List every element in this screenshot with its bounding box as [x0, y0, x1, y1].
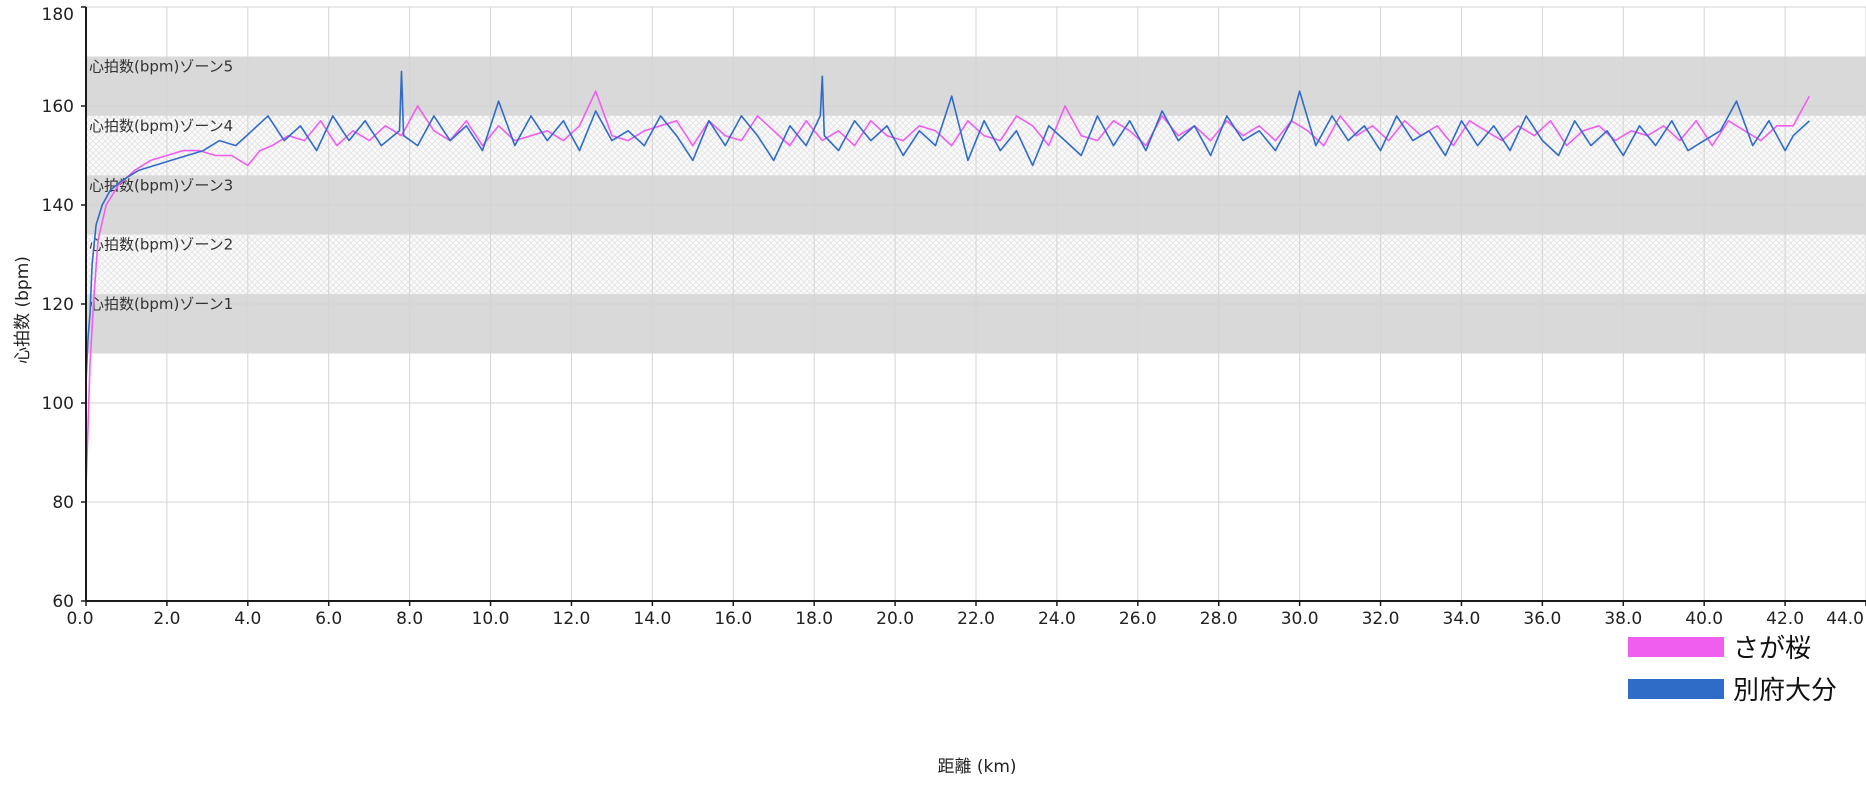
legend-swatch [1628, 679, 1724, 699]
x-tick-label: 38.0 [1604, 609, 1642, 629]
x-tick-label: 30.0 [1281, 609, 1319, 629]
zone-label: 心拍数(bpm)ゾーン4 [89, 117, 233, 135]
x-tick-label: 42.0 [1766, 609, 1804, 629]
x-tick-label: 44.0 [1826, 609, 1864, 629]
x-tick-label: 28.0 [1200, 609, 1238, 629]
x-tick-label: 20.0 [876, 609, 914, 629]
x-tick-label: 18.0 [795, 609, 833, 629]
x-tick-label: 40.0 [1685, 609, 1723, 629]
legend-label: 別府大分 [1733, 676, 1837, 706]
chart-canvas: 心拍数(bpm)ゾーン5 心拍数(bpm)ゾーン4 心拍数(bpm)ゾーン3 心拍数(… [0, 0, 1866, 789]
y-tick-label: 80 [52, 493, 74, 513]
x-axis-title: 距離 (km) [937, 757, 1016, 777]
x-tick-label: 34.0 [1443, 609, 1481, 629]
y-tick-label: 180 [42, 5, 74, 25]
x-tick-label: 36.0 [1523, 609, 1561, 629]
x-tick-label: 10.0 [472, 609, 510, 629]
y-tick-label: 120 [42, 295, 74, 315]
x-tick-label: 2.0 [153, 609, 180, 629]
x-tick-label: 4.0 [234, 609, 261, 629]
zone-label: 心拍数(bpm)ゾーン1 [89, 295, 233, 313]
zone-label: 心拍数(bpm)ゾーン5 [89, 58, 233, 76]
x-tick-label: 16.0 [714, 609, 752, 629]
legend-label: さが桜 [1733, 634, 1811, 664]
y-tick-label: 160 [42, 97, 74, 117]
x-tick-label: 22.0 [957, 609, 995, 629]
x-tick-label: 26.0 [1119, 609, 1157, 629]
y-tick-label: 100 [42, 394, 74, 414]
x-tick-label: 24.0 [1038, 609, 1076, 629]
x-tick-label: 32.0 [1362, 609, 1400, 629]
zone-label: 心拍数(bpm)ゾーン3 [89, 176, 233, 194]
x-tick-label: 14.0 [633, 609, 671, 629]
x-tick-label: 8.0 [396, 609, 423, 629]
y-axis-title: 心拍数 (bpm) [13, 256, 33, 364]
y-tick-label: 140 [42, 196, 74, 216]
x-tick-label: 0.0 [66, 609, 93, 629]
legend-swatch [1628, 637, 1724, 657]
zone-label: 心拍数(bpm)ゾーン2 [89, 236, 233, 254]
x-tick-label: 6.0 [315, 609, 342, 629]
heart-rate-chart: 心拍数(bpm)ゾーン5 心拍数(bpm)ゾーン4 心拍数(bpm)ゾーン3 心拍数(… [0, 0, 1866, 789]
y-tick-label: 60 [52, 592, 74, 612]
x-tick-label: 12.0 [553, 609, 591, 629]
